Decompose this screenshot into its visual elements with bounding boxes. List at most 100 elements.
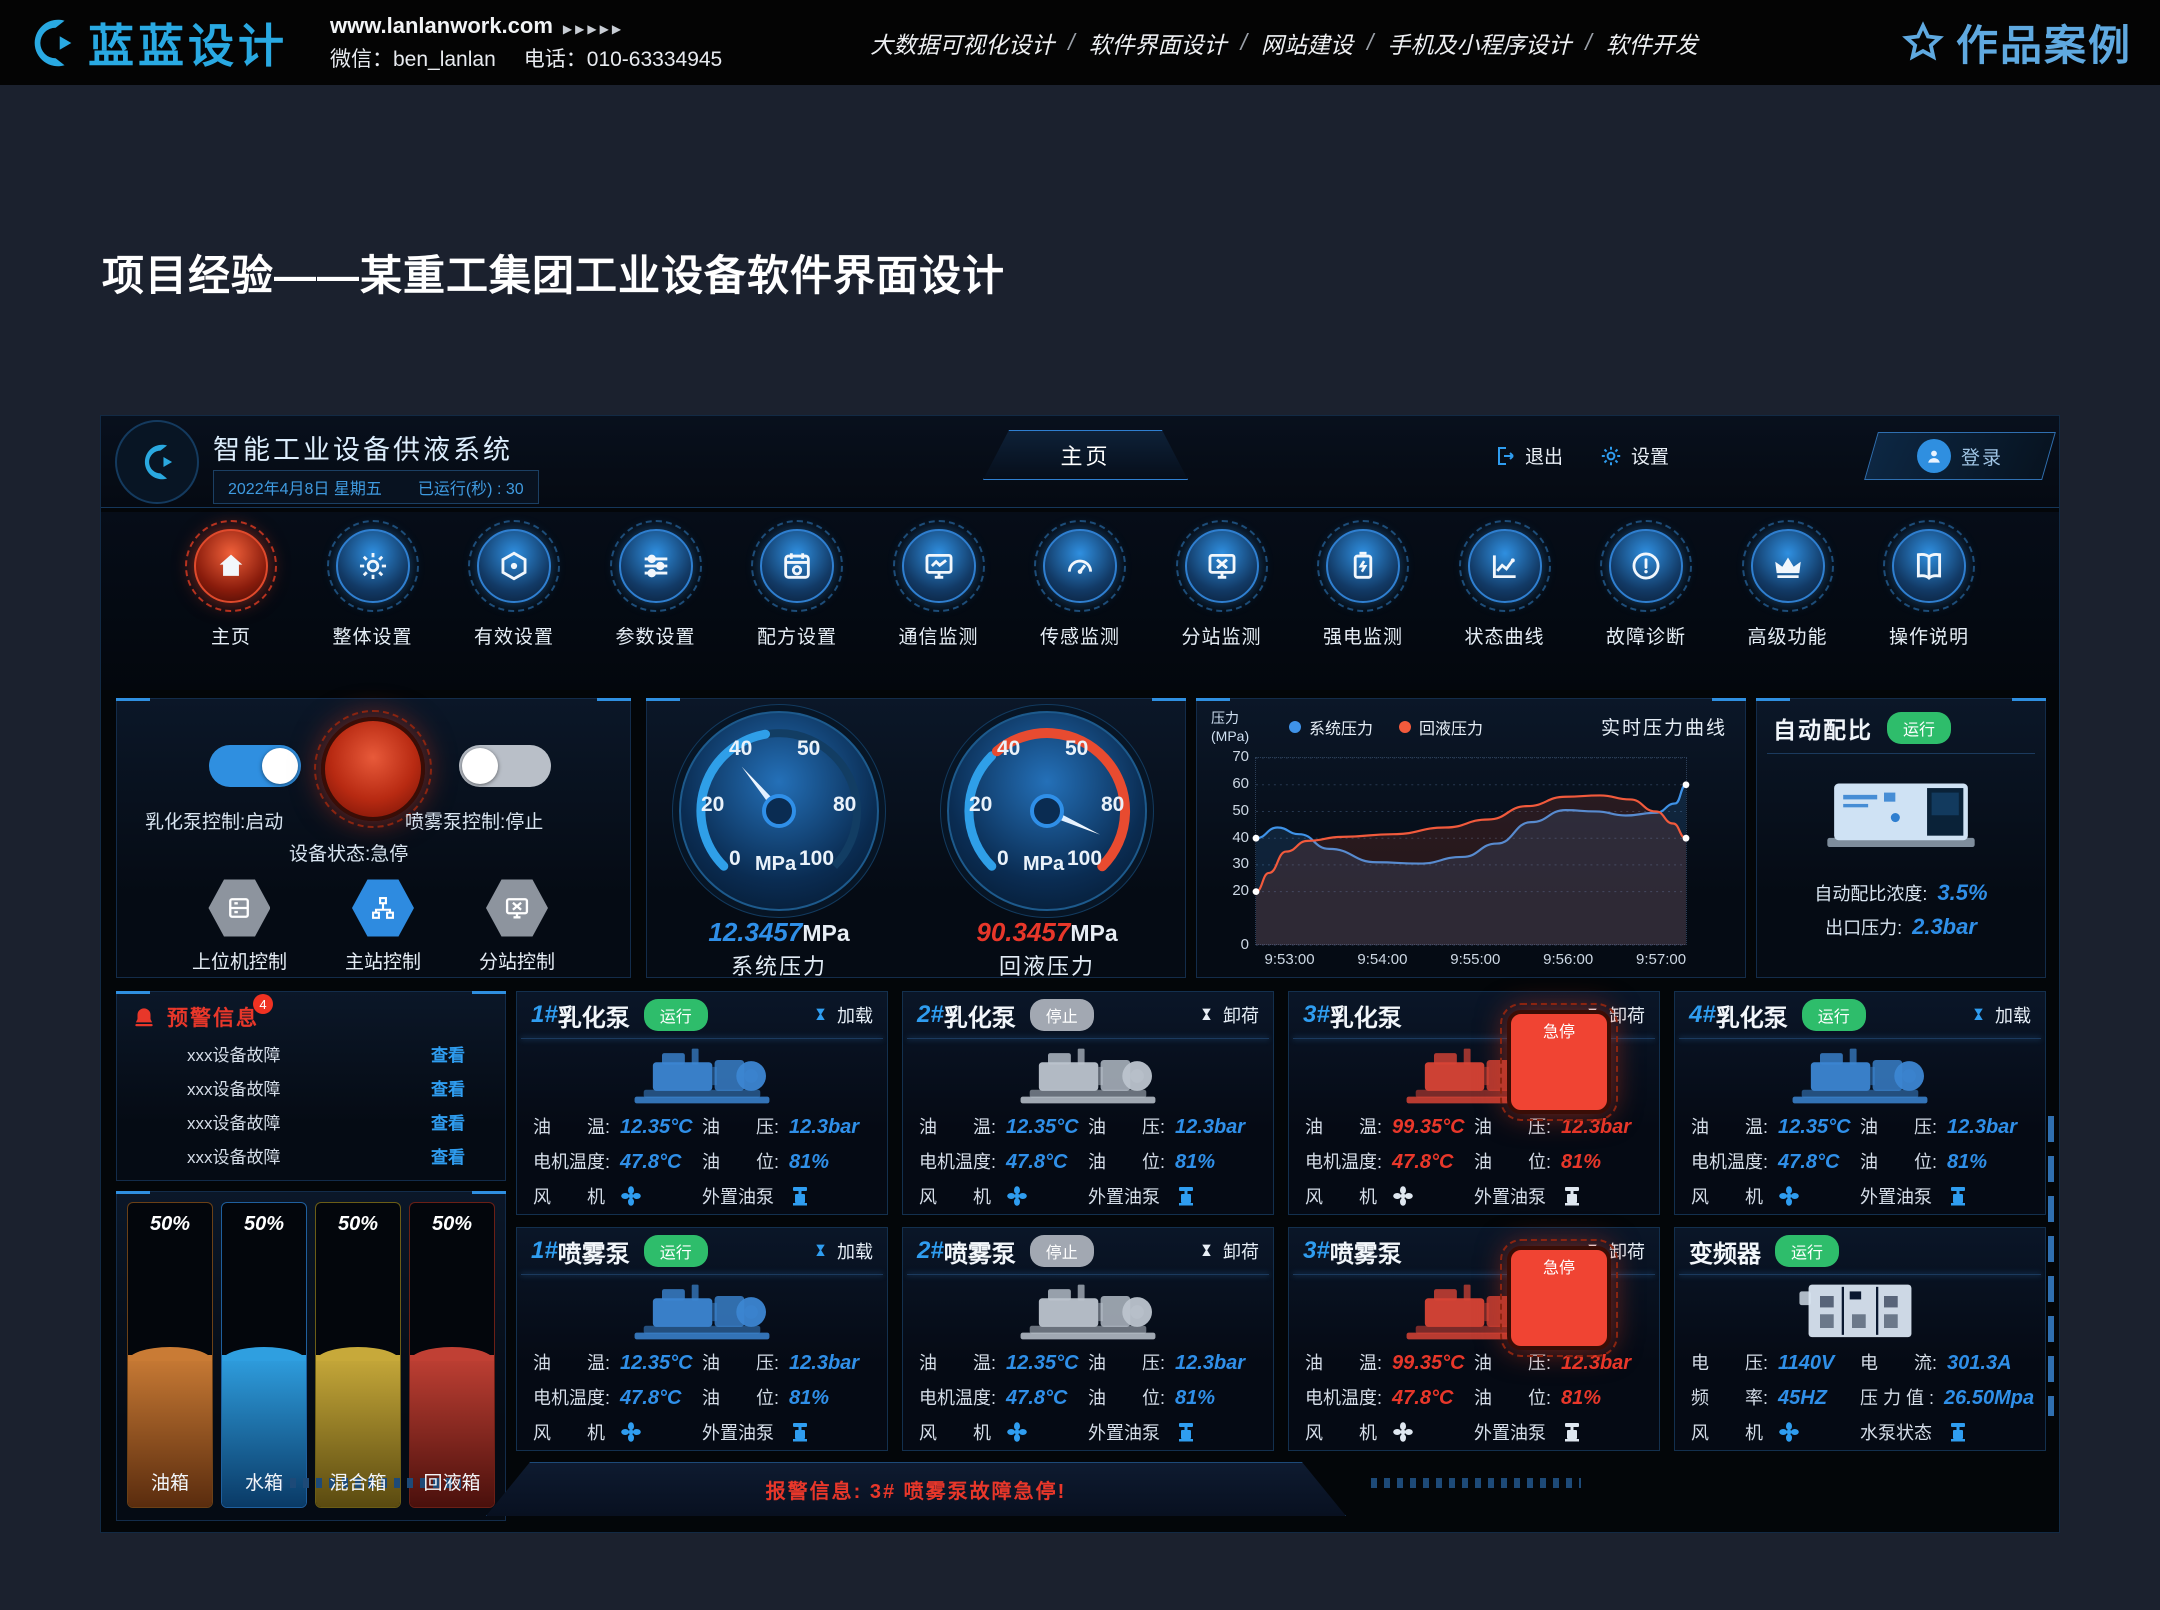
dash-nav-item[interactable]: 传感监测 — [1014, 512, 1146, 690]
legend-item[interactable]: 回液压力 — [1399, 715, 1483, 739]
system-pressure-gauge: 40 50 20 80 0 100 MPa — [679, 711, 879, 911]
hex-control-button[interactable]: 上位机控制 — [192, 877, 287, 974]
device-name: 喷雾泵 — [1330, 1234, 1402, 1269]
lanlan-logo-icon — [20, 12, 82, 74]
device-name: 乳化泵 — [944, 998, 1016, 1033]
load-action-button[interactable]: 加载 — [812, 1238, 873, 1264]
warning-title: 预警信息 — [167, 1002, 259, 1032]
emergency-stop-button[interactable] — [321, 717, 425, 821]
site-url[interactable]: www.lanlanwork.com — [330, 13, 553, 38]
cases-link[interactable]: 作品案例 — [1900, 12, 2132, 73]
device-card: 2# 乳化泵 停止 卸荷 油 温:12.35°C 油 压:12.3bar — [902, 991, 1274, 1215]
pump-icon — [1560, 1420, 1584, 1444]
dash-nav-item[interactable]: 高级功能 — [1722, 512, 1854, 690]
outlet-label: 出口压力: — [1825, 914, 1902, 940]
stat-value: 12.3bar — [789, 1116, 859, 1139]
machine-image — [517, 1275, 887, 1349]
scrollbar-decoration[interactable] — [2048, 1116, 2054, 1416]
logout-button[interactable]: 退出 — [1493, 442, 1563, 469]
hex-control-button[interactable]: 分站控制 — [479, 877, 555, 974]
gauges-panel: 40 50 20 80 0 100 MPa 12.3457MPa 系统压力 40… — [646, 698, 1186, 978]
y-tick-label: 0 — [1241, 936, 1249, 953]
stat-value: 12.3bar — [789, 1352, 859, 1375]
dash-nav-item[interactable]: 状态曲线 — [1439, 512, 1571, 690]
curve-icon — [1488, 549, 1522, 583]
stat-value: 12.3bar — [1947, 1116, 2017, 1139]
device-cards-grid: 1# 乳化泵 运行 加载 油 温:12.35°C 油 压:12.3bar — [516, 991, 2046, 1451]
pump-icon — [788, 1184, 812, 1208]
y-tick-label: 70 — [1232, 748, 1249, 765]
stat-value: 12.35°C — [620, 1352, 693, 1375]
dash-nav-item[interactable]: 操作说明 — [1863, 512, 1995, 690]
nav-item-label: 参数设置 — [615, 622, 695, 649]
dash-nav-item[interactable]: 分站监测 — [1156, 512, 1288, 690]
dash-nav-item[interactable]: 有效设置 — [448, 512, 580, 690]
dash-nav-item[interactable]: 通信监测 — [873, 512, 1005, 690]
x-tick-label: 9:56:00 — [1528, 951, 1608, 968]
load-action-button[interactable]: 卸荷 — [1198, 1238, 1259, 1264]
login-button[interactable]: 登录 — [1864, 432, 2056, 480]
site-nav-item[interactable]: 手机及小程序设计/ — [1387, 26, 1605, 60]
stat-value: 45HZ — [1778, 1387, 1827, 1410]
dash-nav-item[interactable]: 强电监测 — [1297, 512, 1429, 690]
nav-item-label: 强电监测 — [1323, 622, 1403, 649]
x-tick-label: 9:57:00 — [1621, 951, 1701, 968]
nav-ring — [468, 520, 560, 612]
y-tick-label: 50 — [1232, 802, 1249, 819]
stat-value: 81% — [789, 1387, 829, 1410]
dash-nav-item[interactable]: 配方设置 — [731, 512, 863, 690]
site-nav-item[interactable]: 网站建设/ — [1261, 26, 1387, 60]
warning-text: xxx设备故障 — [187, 1075, 281, 1100]
tab-home[interactable]: 主页 — [983, 430, 1188, 480]
dash-nav-item[interactable]: 故障诊断 — [1580, 512, 1712, 690]
nav-ring — [1034, 520, 1126, 612]
chart-plot-area — [1255, 757, 1687, 945]
tank-name: 水箱 — [222, 1468, 306, 1495]
load-action-button[interactable]: 卸荷 — [1198, 1002, 1259, 1028]
dashboard-logo — [115, 420, 199, 504]
site-nav-item[interactable]: 大数据可视化设计/ — [870, 26, 1088, 60]
stat-value: 47.8°C — [1392, 1387, 1453, 1410]
auto-ratio-title: 自动配比 — [1773, 711, 1873, 745]
spray-pump-toggle[interactable] — [459, 745, 551, 787]
emulsion-pump-toggle[interactable] — [209, 745, 301, 787]
warning-row: xxx设备故障 查看 — [117, 1138, 505, 1172]
tank-name: 回液箱 — [410, 1468, 494, 1495]
chart-y-ticks: 7060504030200 — [1213, 757, 1249, 945]
stat-value: 99.35°C — [1392, 1352, 1465, 1375]
alarm-text: 报警信息: 3# 喷雾泵故障急停! — [766, 1475, 1067, 1504]
chart-x-ticks: 9:53:009:54:009:55:009:56:009:57:00 — [1255, 951, 1687, 971]
return-pressure-name: 回液压力 — [947, 949, 1147, 981]
status-badge: 运行 — [1802, 999, 1866, 1031]
tank-percent: 50% — [222, 1213, 306, 1236]
dash-nav-item[interactable]: 参数设置 — [590, 512, 722, 690]
legend-item[interactable]: 系统压力 — [1289, 715, 1373, 739]
fan-icon — [619, 1420, 643, 1444]
warning-list: xxx设备故障 查看 xxx设备故障 查看 xxx设备故障 查看 xxx设备故障… — [117, 1036, 505, 1172]
chart-title: 实时压力曲线 — [1601, 713, 1727, 740]
stat-value: 47.8°C — [1006, 1151, 1067, 1174]
phone-info: 电话：010-63334945 — [524, 48, 722, 71]
view-link[interactable]: 查看 — [431, 1075, 465, 1100]
device-name: 喷雾泵 — [558, 1234, 630, 1269]
site-logo[interactable]: 蓝蓝设计 — [20, 10, 288, 76]
load-action-button[interactable]: 加载 — [812, 1002, 873, 1028]
device-number: 3# — [1303, 1001, 1330, 1029]
nav-ring — [1742, 520, 1834, 612]
dash-nav-item[interactable]: 主页 — [165, 512, 297, 690]
settings-button[interactable]: 设置 — [1599, 442, 1669, 469]
dash-nav-item[interactable]: 整体设置 — [307, 512, 439, 690]
site-nav-item[interactable]: 软件开发/ — [1606, 26, 1698, 60]
nav-item-label: 分站监测 — [1181, 622, 1261, 649]
view-link[interactable]: 查看 — [431, 1143, 465, 1168]
runtime-value: 30 — [506, 481, 524, 498]
pump-icon — [1174, 1420, 1198, 1444]
machine-image — [517, 1039, 887, 1113]
view-link[interactable]: 查看 — [431, 1041, 465, 1066]
user-icon — [1924, 446, 1944, 466]
hex-control-button[interactable]: 主站控制 — [345, 877, 421, 974]
view-link[interactable]: 查看 — [431, 1109, 465, 1134]
stat-value: 81% — [1947, 1151, 1987, 1174]
site-nav-item[interactable]: 软件界面设计/ — [1089, 26, 1261, 60]
load-action-button[interactable]: 加载 — [1970, 1002, 2031, 1028]
